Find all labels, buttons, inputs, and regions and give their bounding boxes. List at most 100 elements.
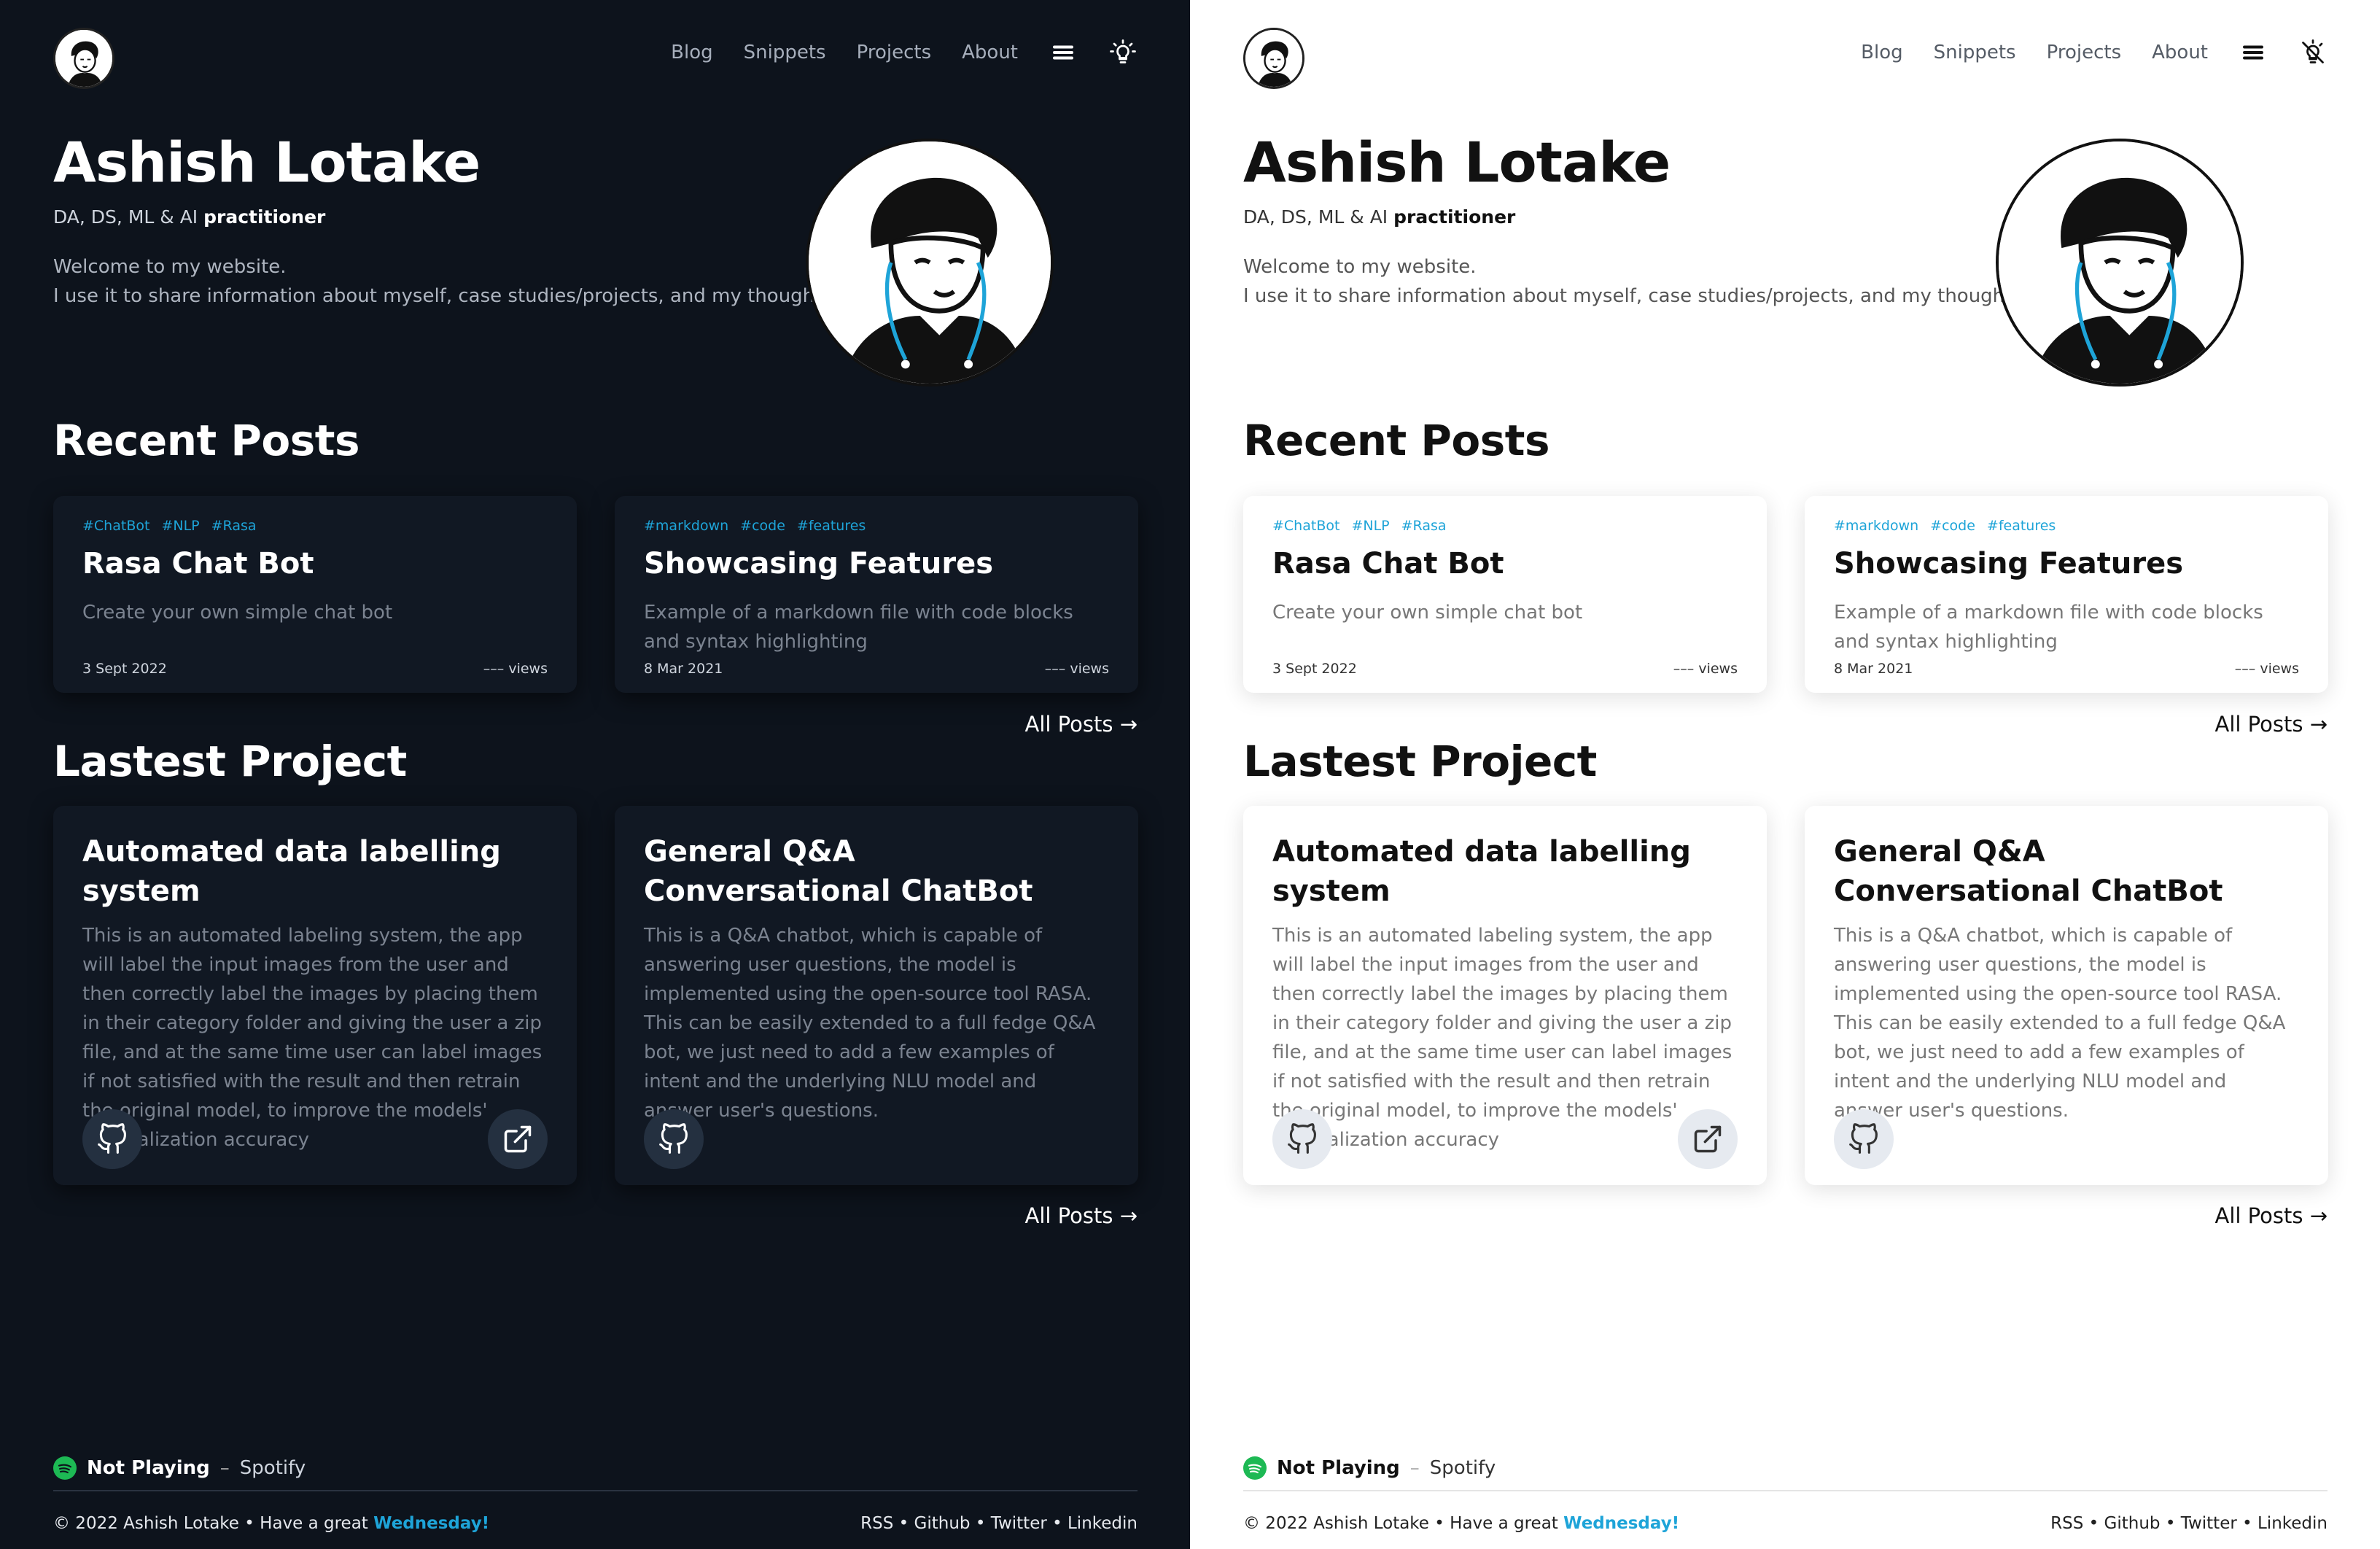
spotify-service: Spotify (239, 1457, 306, 1479)
tag-link[interactable]: #ChatBot (82, 518, 149, 534)
spotify-widget[interactable]: Not Playing – Spotify (53, 1456, 306, 1480)
bulb-icon[interactable] (1108, 38, 1138, 67)
welcome-line-1: Welcome to my website. (53, 256, 287, 278)
hero-name: Ashish Lotake (1243, 130, 1671, 195)
project-title[interactable]: General Q&A Conversational ChatBot (1834, 832, 2299, 911)
post-date: 3 Sept 2022 (82, 661, 167, 677)
post-views: ––– views (1673, 661, 1738, 677)
nav-about-link[interactable]: About (962, 42, 1018, 63)
all-posts-link[interactable]: All Posts → (2215, 1203, 2328, 1228)
project-title[interactable]: Automated data labelling system (82, 832, 548, 911)
github-icon[interactable] (1834, 1109, 1894, 1169)
project-description: This is a Q&A chatbot, which is capable … (644, 925, 1096, 1122)
post-date: 3 Sept 2022 (1272, 661, 1357, 677)
hero-section: Ashish Lotake DA, DS, ML & AI practition… (53, 130, 838, 311)
nav-blog-link[interactable]: Blog (671, 42, 712, 63)
tag-link[interactable]: #features (797, 518, 866, 534)
github-icon[interactable] (1272, 1109, 1332, 1169)
hamburger-icon[interactable] (1049, 38, 1078, 67)
tag-link[interactable]: #markdown (1834, 518, 1918, 534)
tag-link[interactable]: #code (1930, 518, 1975, 534)
project-title[interactable]: Automated data labelling system (1272, 832, 1738, 911)
main-nav: Blog Snippets Projects About (1861, 38, 2328, 67)
welcome-line-1: Welcome to my website. (1243, 256, 1477, 278)
all-posts-link[interactable]: All Posts → (1025, 1203, 1138, 1228)
spotify-icon (1243, 1456, 1267, 1480)
footer-links[interactable]: RSS • Github • Twitter • Linkedin (860, 1514, 1138, 1533)
hero-name: Ashish Lotake (53, 130, 481, 195)
project-card[interactable]: General Q&A Conversational ChatBot This … (615, 806, 1138, 1185)
avatar-logo[interactable] (1243, 28, 1304, 89)
post-tags: #markdown #code #features (644, 518, 1109, 534)
github-icon[interactable] (82, 1109, 142, 1169)
post-views: ––– views (483, 661, 548, 677)
footer-divider (1243, 1490, 2328, 1491)
latest-project-heading: Lastest Project (1243, 737, 1597, 786)
project-card[interactable]: General Q&A Conversational ChatBot This … (1805, 806, 2328, 1185)
tag-link[interactable]: #Rasa (1401, 518, 1447, 534)
post-date: 8 Mar 2021 (644, 661, 723, 677)
nav-blog-link[interactable]: Blog (1861, 42, 1902, 63)
tag-link[interactable]: #NLP (161, 518, 199, 534)
nav-projects-link[interactable]: Projects (857, 42, 932, 63)
spotify-icon (53, 1456, 77, 1480)
nav-projects-link[interactable]: Projects (2047, 42, 2122, 63)
site-header: Blog Snippets Projects About (1243, 28, 2328, 89)
post-card[interactable]: #ChatBot #NLP #Rasa Rasa Chat Bot Create… (1243, 496, 1767, 693)
post-title[interactable]: Showcasing Features (644, 547, 1109, 581)
github-icon[interactable] (644, 1109, 704, 1169)
spotify-status: Not Playing (1277, 1457, 1400, 1479)
tag-link[interactable]: #code (740, 518, 785, 534)
nav-snippets-link[interactable]: Snippets (744, 42, 826, 63)
tag-link[interactable]: #ChatBot (1272, 518, 1339, 534)
post-card[interactable]: #ChatBot #NLP #Rasa Rasa Chat Bot Create… (53, 496, 577, 693)
subtitle-bold: practitioner (1393, 206, 1516, 228)
portrait-illustration-icon (1999, 141, 2241, 384)
project-card[interactable]: Automated data labelling system This is … (1243, 806, 1767, 1185)
bug-icon[interactable] (2298, 38, 2328, 67)
project-card[interactable]: Automated data labelling system This is … (53, 806, 577, 1185)
tag-link[interactable]: #Rasa (211, 518, 257, 534)
external-link-icon[interactable] (1678, 1109, 1738, 1169)
project-title[interactable]: General Q&A Conversational ChatBot (644, 832, 1109, 911)
profile-portrait (806, 139, 1054, 387)
copyright-text: © 2022 Ashish Lotake • Have a great (53, 1514, 374, 1533)
all-posts-link[interactable]: All Posts → (2215, 712, 2328, 737)
footer-copyright: © 2022 Ashish Lotake • Have a great Wedn… (53, 1514, 489, 1533)
portrait-illustration-icon (809, 141, 1051, 384)
spotify-widget[interactable]: Not Playing – Spotify (1243, 1456, 1496, 1480)
tag-link[interactable]: #features (1987, 518, 2056, 534)
post-views: ––– views (1044, 661, 1109, 677)
hamburger-icon[interactable] (2239, 38, 2268, 67)
tag-link[interactable]: #NLP (1351, 518, 1389, 534)
post-title[interactable]: Rasa Chat Bot (82, 547, 548, 581)
profile-portrait (1996, 139, 2244, 387)
spotify-status: Not Playing (87, 1457, 210, 1479)
post-tags: #ChatBot #NLP #Rasa (82, 518, 548, 534)
hero-section: Ashish Lotake DA, DS, ML & AI practition… (1243, 130, 2028, 311)
post-description: Example of a markdown file with code blo… (644, 602, 1073, 653)
post-date: 8 Mar 2021 (1834, 661, 1913, 677)
post-title[interactable]: Showcasing Features (1834, 547, 2299, 581)
project-description: This is an automated labeling system, th… (82, 925, 542, 1151)
nav-snippets-link[interactable]: Snippets (1934, 42, 2016, 63)
footer-day: Wednesday! (373, 1514, 490, 1533)
post-card[interactable]: #markdown #code #features Showcasing Fea… (1805, 496, 2328, 693)
hero-welcome: Welcome to my website. I use it to share… (53, 252, 838, 311)
nav-about-link[interactable]: About (2152, 42, 2208, 63)
spotify-separator: – (219, 1457, 230, 1479)
all-posts-link[interactable]: All Posts → (1025, 712, 1138, 737)
subtitle-prefix: DA, DS, ML & AI (1243, 206, 1394, 228)
external-link-icon[interactable] (488, 1109, 548, 1169)
avatar-icon (55, 30, 112, 87)
post-tags: #markdown #code #features (1834, 518, 2299, 534)
post-title[interactable]: Rasa Chat Bot (1272, 547, 1738, 581)
avatar-logo[interactable] (53, 28, 114, 89)
project-description: This is an automated labeling system, th… (1272, 925, 1732, 1151)
project-description: This is a Q&A chatbot, which is capable … (1834, 925, 2286, 1122)
hero-subtitle: DA, DS, ML & AI practitioner (1243, 206, 2028, 228)
footer-links[interactable]: RSS • Github • Twitter • Linkedin (2050, 1514, 2328, 1533)
post-card[interactable]: #markdown #code #features Showcasing Fea… (615, 496, 1138, 693)
tag-link[interactable]: #markdown (644, 518, 728, 534)
post-views: ––– views (2234, 661, 2299, 677)
